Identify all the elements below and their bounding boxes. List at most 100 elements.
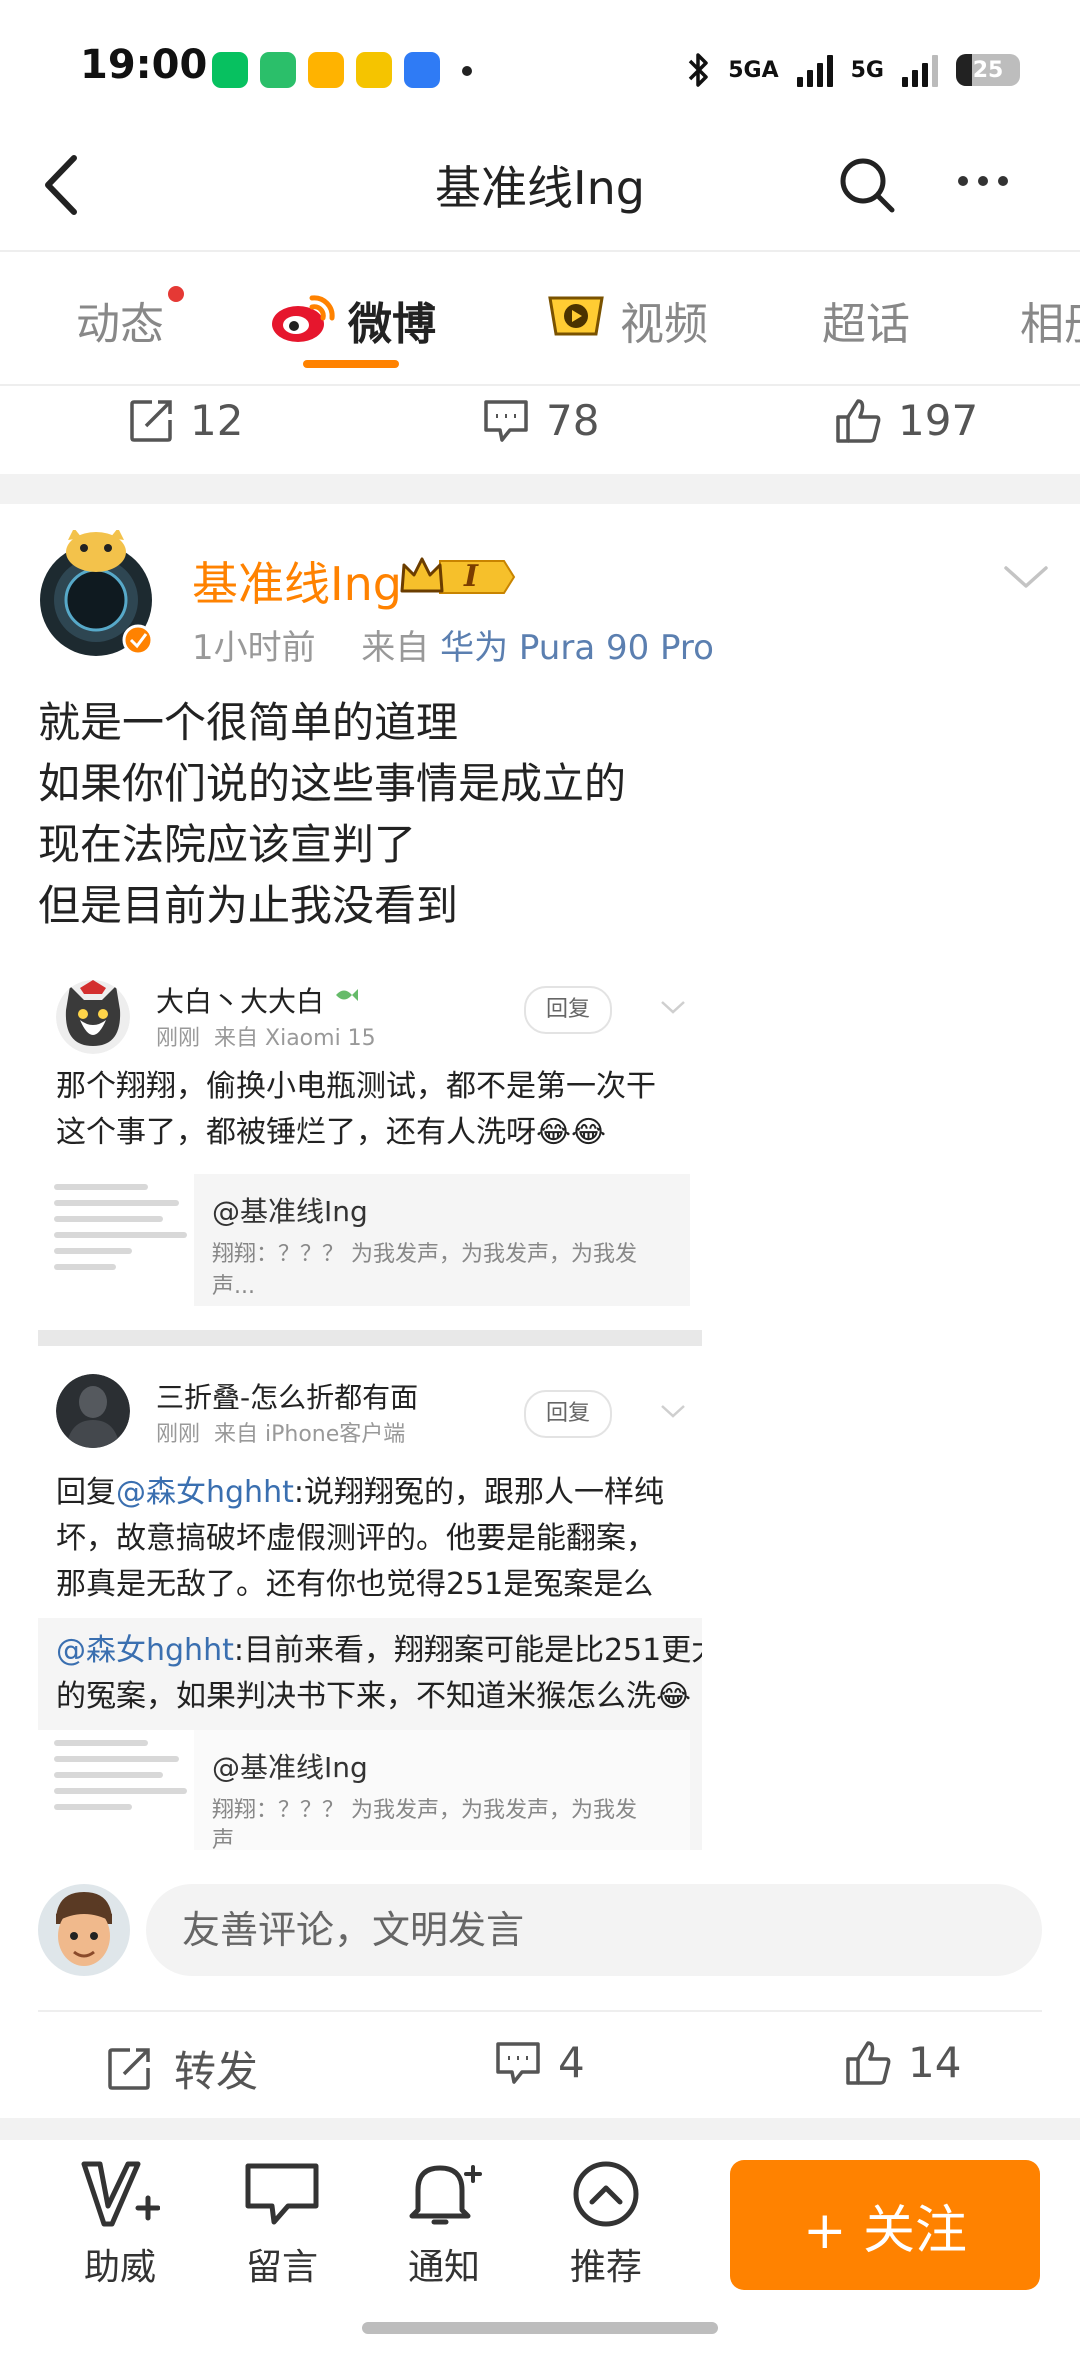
quoted-line-2: 的冤案，如果判决书下来，不知道米猴怎么洗😂 xyxy=(56,1679,692,1714)
comment-icon xyxy=(496,2041,540,2084)
comment-text-segment: :说翔翔冤的，跟那人一样纯 xyxy=(293,1475,664,1510)
comment-text: 那个翔翔，偷换小电瓶测试，都不是第一次干 这个事了，都被锤烂了，还有人洗呀😂😂 xyxy=(56,1064,656,1156)
cheer-icon xyxy=(81,2161,161,2227)
post-text: 就是一个很简单的道理 如果你们说的这些事情是成立的 现在法院应该宣判了 但是目前… xyxy=(38,692,626,936)
like-button[interactable]: 197 xyxy=(834,396,978,445)
quoted-text-segment: :目前来看，翔翔案可能是比251更大 xyxy=(233,1633,702,1668)
more-icon[interactable] xyxy=(958,176,1008,186)
member-badge: I xyxy=(400,553,516,601)
comment-count: 78 xyxy=(546,396,600,445)
toolbar-label: 推荐 xyxy=(569,2247,642,2288)
like-icon xyxy=(846,2040,891,2085)
chevron-down-icon xyxy=(661,1405,685,1418)
comment-text-line: 这个事了，都被锤烂了，还有人洗呀😂😂 xyxy=(56,1115,607,1150)
comment-input[interactable] xyxy=(146,1884,1042,1976)
my-avatar[interactable] xyxy=(38,1884,130,1976)
quote-mention: @基准线Ing xyxy=(212,1195,368,1228)
crown-icon xyxy=(400,557,516,594)
signal-icon xyxy=(796,53,833,87)
tab-weibo[interactable]: 微博 xyxy=(348,288,436,352)
quote-thumbnail xyxy=(38,1730,194,1850)
post-text-line: 但是目前为止我没看到 xyxy=(38,881,459,930)
tab-video[interactable]: 视频 xyxy=(620,288,708,352)
status-time: 19:00 xyxy=(80,42,208,88)
battery-level: 25 xyxy=(972,57,1004,83)
comment-text-line: 那真是无敌了。还有你也觉得251是冤案是么 xyxy=(56,1567,654,1602)
mention-link: @森女hghht xyxy=(56,1633,234,1668)
quote-text-line: 声 xyxy=(212,1828,235,1850)
bluetooth-icon xyxy=(688,53,708,87)
image-separator xyxy=(38,1330,702,1346)
like-icon xyxy=(836,398,881,443)
chevron-down-icon xyxy=(661,1001,685,1014)
tab-album[interactable]: 相册 xyxy=(1020,288,1080,352)
signal-icon xyxy=(902,53,938,87)
like-button[interactable]: 14 xyxy=(844,2038,961,2087)
unread-dot xyxy=(168,286,184,302)
comment-button[interactable]: 4 xyxy=(494,2038,585,2087)
comment-count: 4 xyxy=(558,2038,585,2087)
toolbar-label: 助威 xyxy=(83,2247,156,2288)
toolbar-label: 通知 xyxy=(407,2247,480,2288)
commenter-name: 三折叠-怎么折都有面 xyxy=(156,1381,419,1414)
commenter-avatar xyxy=(56,1374,130,1448)
quoted-post: @基准线Ing 翔翔：？？？ 为我发声，为我发声，为我发 声 xyxy=(38,1730,690,1850)
comment-button[interactable]: 78 xyxy=(482,396,599,445)
comment-icon xyxy=(484,399,528,442)
post-time: 1小时前 xyxy=(192,628,316,668)
search-icon[interactable] xyxy=(838,156,896,214)
wechat-icon xyxy=(212,52,248,88)
app-icon xyxy=(260,52,296,88)
message-icon xyxy=(245,2163,319,2225)
post-image[interactable]: 大白丶大大白 刚刚 来自 Xiaomi 15 回复 那个翔翔，偷换小电瓶测试，都… xyxy=(38,958,702,1850)
follow-button[interactable]: + 关注 xyxy=(730,2160,1040,2290)
recommend-icon xyxy=(573,2161,639,2227)
toolbar-notify[interactable]: 通知 xyxy=(384,2160,504,2290)
comment-meta: 刚刚 来自 iPhone客户端 xyxy=(156,1416,405,1448)
reply-button: 回复 xyxy=(524,986,612,1034)
quote-thumbnail xyxy=(38,1174,194,1306)
repost-count: 12 xyxy=(190,396,244,445)
status-right: 5GA 5G 25 xyxy=(686,48,1020,92)
divider xyxy=(38,2010,1042,2012)
toolbar-message[interactable]: 留言 xyxy=(222,2160,342,2290)
comment-source: 来自 iPhone客户端 xyxy=(214,1422,406,1447)
toolbar-recommend[interactable]: 推荐 xyxy=(546,2160,666,2290)
avatar[interactable] xyxy=(38,530,154,656)
toolbar-label: 留言 xyxy=(245,2247,318,2288)
reply-prefix: 回复 xyxy=(56,1475,116,1510)
chevron-down-icon[interactable] xyxy=(1004,566,1048,590)
video-tab-icon xyxy=(548,296,604,336)
comment-time: 刚刚 xyxy=(156,1026,201,1051)
notification-dot-icon xyxy=(462,66,472,76)
author-name[interactable]: 基准线Ing xyxy=(192,548,402,614)
toolbar-separator xyxy=(0,2118,1080,2140)
tab-dynamic[interactable]: 动态 xyxy=(76,288,164,352)
weibo-icon xyxy=(356,52,392,88)
repost-button[interactable]: 转发 xyxy=(106,2038,258,2099)
quoted-post: @基准线Ing 翔翔：？？？ 为我发声，为我发声，为我发 声... xyxy=(38,1174,690,1306)
post-meta: 1小时前 来自 华为 Pura 90 Pro xyxy=(192,620,714,669)
repost-button[interactable]: 12 xyxy=(128,396,243,445)
quote-mention: @基准线Ing xyxy=(212,1751,368,1784)
post-text-line: 如果你们说的这些事情是成立的 xyxy=(38,759,627,808)
home-indicator[interactable] xyxy=(362,2322,718,2334)
network-label-1: 5GA xyxy=(728,57,779,83)
post-source[interactable]: 华为 Pura 90 Pro xyxy=(440,628,714,668)
section-separator xyxy=(0,474,1080,504)
post-text-line: 就是一个很简单的道理 xyxy=(38,698,459,747)
post-text-line: 现在法院应该宣判了 xyxy=(38,820,417,869)
like-count: 197 xyxy=(898,396,979,445)
active-tab-indicator xyxy=(303,360,399,368)
tab-super-topic[interactable]: 超话 xyxy=(822,288,910,352)
bell-plus-icon xyxy=(409,2165,482,2225)
reply-button: 回复 xyxy=(524,1390,612,1438)
commenter-name: 大白丶大大白 xyxy=(156,985,325,1018)
weibo-logo-icon xyxy=(272,295,335,342)
mention-link: @森女hghht xyxy=(116,1475,294,1510)
source-prefix: 来自 xyxy=(361,628,430,668)
quoted-line-1: @森女hghht:目前来看，翔翔案可能是比251更大 xyxy=(56,1628,702,1674)
comment-time: 刚刚 xyxy=(156,1422,201,1447)
toolbar-cheer[interactable]: 助威 xyxy=(60,2160,180,2290)
comment-text-line-1: 回复@森女hghht:说翔翔冤的，跟那人一样纯 xyxy=(56,1470,664,1516)
